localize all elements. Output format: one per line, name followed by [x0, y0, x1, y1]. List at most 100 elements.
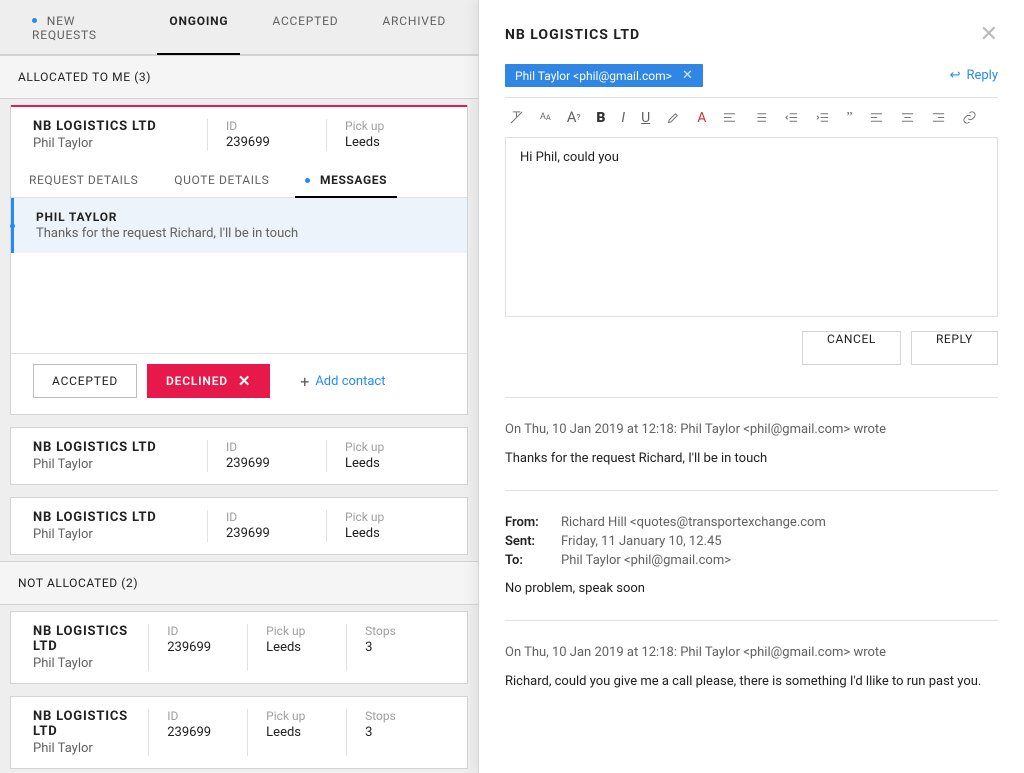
reply-button[interactable]: REPLY	[911, 331, 998, 365]
subtab-label: MESSAGES	[320, 173, 387, 187]
list-icon[interactable]	[753, 110, 768, 125]
col-id: ID 239699	[208, 119, 327, 151]
tab-label: ACCEPTED	[272, 14, 338, 28]
request-card[interactable]: NB LOGISTICS LTD Phil Taylor ID 239699 P…	[10, 696, 468, 769]
tab-label: ARCHIVED	[382, 14, 446, 28]
card-contact: Phil Taylor	[33, 656, 138, 671]
close-panel-button[interactable]: ✕	[980, 24, 998, 46]
card-title: NB LOGISTICS LTD	[33, 709, 138, 739]
section-not-allocated[interactable]: NOT ALLOCATED (2)	[0, 561, 478, 605]
add-contact-label: Add contact	[315, 374, 385, 389]
request-card[interactable]: NB LOGISTICS LTD Phil Taylor ID 239699 P…	[10, 611, 468, 684]
card-title: NB LOGISTICS LTD	[33, 510, 197, 525]
request-card-selected: NB LOGISTICS LTD Phil Taylor ID 239699 P…	[10, 105, 468, 415]
card-contact: Phil Taylor	[33, 457, 197, 472]
pickup-value: Leeds	[266, 725, 328, 740]
card-actions: ACCEPTED DECLINED ✕ + Add contact	[11, 353, 467, 414]
link-icon[interactable]	[962, 110, 977, 125]
pickup-label: Pick up	[345, 119, 427, 133]
indent-increase-icon[interactable]	[815, 110, 830, 125]
bold-icon[interactable]: B	[596, 110, 605, 125]
col-pickup: Pick up Leeds	[327, 119, 445, 151]
id-value: 239699	[167, 725, 229, 740]
stops-value: 3	[365, 640, 427, 655]
request-card[interactable]: NB LOGISTICS LTD Phil Taylor ID 239699 P…	[10, 497, 468, 555]
card-subtabs: REQUEST DETAILS QUOTE DETAILS MESSAGES	[11, 163, 467, 198]
highlight-icon[interactable]	[666, 110, 681, 125]
clear-format-icon[interactable]	[509, 110, 524, 125]
recipient-email: Phil Taylor <phil@gmail.com>	[515, 69, 672, 83]
recipient-chip[interactable]: Phil Taylor <phil@gmail.com> ✕	[505, 64, 703, 87]
underline-icon[interactable]: U	[641, 110, 650, 125]
message-row[interactable]: PHIL TAYLOR Thanks for the request Richa…	[11, 198, 467, 253]
cancel-button[interactable]: CANCEL	[802, 331, 901, 365]
editor-toolbar: AA A? B I U A ”	[505, 98, 998, 137]
pickup-value: Leeds	[345, 135, 427, 150]
subtab-request-details[interactable]: REQUEST DETAILS	[11, 163, 156, 197]
align-right-icon[interactable]	[931, 110, 946, 125]
declined-button[interactable]: DECLINED ✕	[147, 364, 270, 398]
message-sender: PHIL TAYLOR	[36, 210, 445, 224]
reply-label: Reply	[966, 68, 998, 83]
pickup-label: Pick up	[345, 440, 427, 454]
declined-label: DECLINED	[166, 374, 228, 388]
meta-to: To: Phil Taylor <phil@gmail.com>	[505, 553, 998, 568]
font-size-up-icon[interactable]: A?	[567, 110, 581, 125]
message-snippet: Thanks for the request Richard, I'll be …	[36, 226, 445, 241]
pickup-label: Pick up	[266, 624, 328, 638]
add-contact-link[interactable]: + Add contact	[300, 372, 385, 391]
quote-header: On Thu, 10 Jan 2019 at 12:18: Phil Taylo…	[505, 645, 998, 660]
remove-recipient-icon[interactable]: ✕	[682, 68, 693, 83]
italic-icon[interactable]: I	[621, 110, 625, 125]
id-value: 239699	[226, 526, 308, 541]
id-value: 239699	[226, 456, 308, 471]
quote-header: On Thu, 10 Jan 2019 at 12:18: Phil Taylo…	[505, 422, 998, 437]
pickup-value: Leeds	[345, 526, 427, 541]
card-contact: Phil Taylor	[33, 527, 197, 542]
id-label: ID	[167, 709, 229, 723]
card-title: NB LOGISTICS LTD	[33, 624, 138, 654]
subtab-messages[interactable]: MESSAGES	[287, 163, 405, 197]
panel-title: NB LOGISTICS LTD	[505, 27, 640, 43]
quote-icon[interactable]: ”	[846, 110, 852, 125]
email-thread: On Thu, 10 Jan 2019 at 12:18: Phil Taylo…	[505, 397, 998, 689]
pickup-value: Leeds	[345, 456, 427, 471]
align-left-icon[interactable]	[722, 110, 737, 125]
font-color-icon[interactable]: A	[697, 110, 706, 125]
reply-arrow-icon: ↩︎	[950, 68, 961, 83]
request-card[interactable]: NB LOGISTICS LTD Phil Taylor ID 239699 P…	[10, 427, 468, 485]
tab-label: NEW REQUESTS	[32, 14, 97, 42]
tab-accepted[interactable]: ACCEPTED	[250, 0, 360, 54]
meta-key: Sent:	[505, 534, 547, 549]
tab-archived[interactable]: ARCHIVED	[360, 0, 468, 54]
card-title: NB LOGISTICS LTD	[33, 119, 197, 134]
tab-label: ONGOING	[169, 14, 228, 28]
plus-icon: +	[300, 372, 309, 391]
quote-body: Thanks for the request Richard, I'll be …	[505, 451, 998, 466]
id-value: 239699	[167, 640, 229, 655]
tab-new-requests[interactable]: NEW REQUESTS	[10, 0, 147, 54]
card-contact: Phil Taylor	[33, 136, 197, 151]
quote-body: No problem, speak soon	[505, 581, 998, 596]
unread-dot-icon	[32, 18, 37, 23]
reply-link[interactable]: ↩︎ Reply	[950, 68, 998, 83]
message-editor[interactable]: Hi Phil, could you	[505, 137, 998, 317]
meta-value: Friday, 11 January 10, 12.45	[561, 534, 722, 549]
card-header-row[interactable]: NB LOGISTICS LTD Phil Taylor ID 239699 P…	[11, 105, 467, 163]
accepted-button[interactable]: ACCEPTED	[33, 364, 137, 398]
meta-from: From: Richard Hill <quotes@transportexch…	[505, 515, 998, 530]
stops-label: Stops	[365, 624, 427, 638]
right-header: NB LOGISTICS LTD ✕	[505, 24, 998, 46]
left-pane: NEW REQUESTS ONGOING ACCEPTED ARCHIVED A…	[0, 0, 478, 773]
section-allocated[interactable]: ALLOCATED TO ME (3)	[0, 55, 478, 99]
meta-key: From:	[505, 515, 547, 530]
stops-label: Stops	[365, 709, 427, 723]
indent-decrease-icon[interactable]	[784, 110, 799, 125]
font-size-down-icon[interactable]: AA	[540, 110, 551, 125]
subtab-quote-details[interactable]: QUOTE DETAILS	[156, 163, 287, 197]
card-contact: Phil Taylor	[33, 741, 138, 756]
meta-value: Richard Hill <quotes@transportexchange.c…	[561, 515, 826, 530]
align-center-icon[interactable]	[900, 110, 915, 125]
tab-ongoing[interactable]: ONGOING	[147, 0, 250, 54]
align-left2-icon[interactable]	[869, 110, 884, 125]
